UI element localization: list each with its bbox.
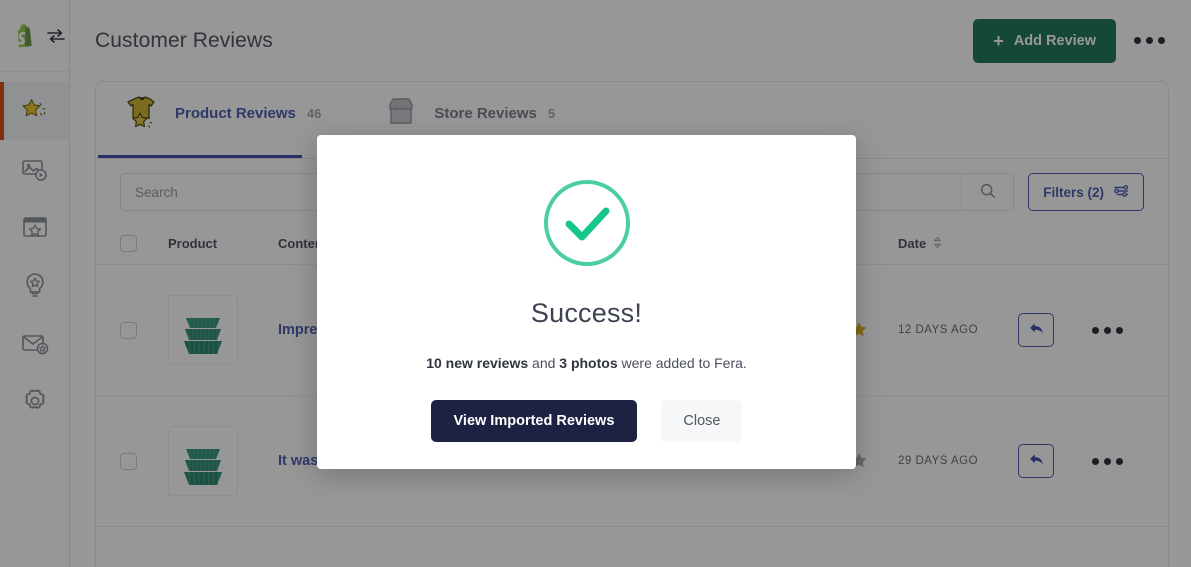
close-button[interactable]: Close: [661, 400, 743, 442]
success-modal: Success! 10 new reviews and 3 photos wer…: [317, 135, 856, 469]
view-imported-reviews-button[interactable]: View Imported Reviews: [430, 400, 638, 442]
modal-photo-count: 3 photos: [559, 355, 618, 371]
modal-message-tail: were added to Fera.: [617, 355, 747, 371]
modal-message-conjunction: and: [528, 355, 560, 371]
success-check-circle-icon: [543, 179, 631, 267]
modal-review-count: 10 new reviews: [426, 355, 529, 371]
modal-actions: View Imported Reviews Close: [430, 400, 743, 442]
modal-message: 10 new reviews and 3 photos were added t…: [426, 355, 747, 371]
modal-title: Success!: [530, 298, 643, 328]
